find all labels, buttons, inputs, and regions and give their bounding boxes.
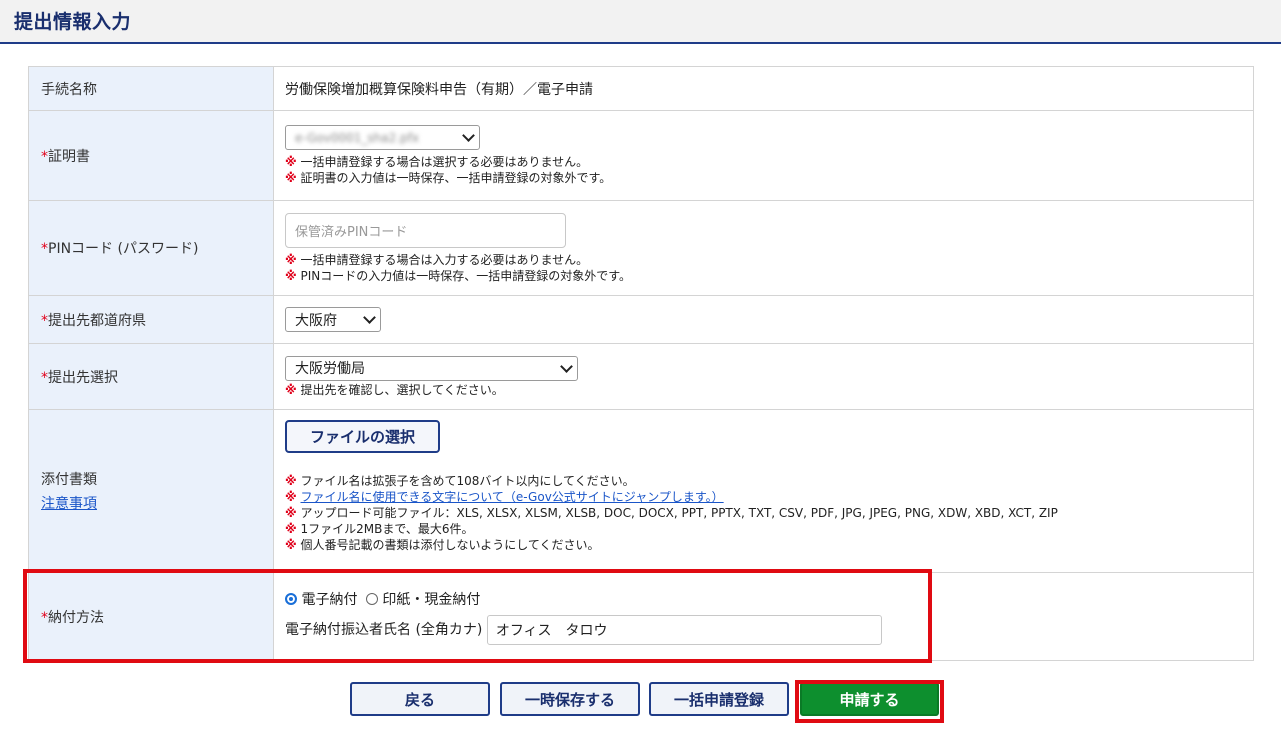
note-text: ファイル名は拡張子を含めて108バイト以内にしてください。	[300, 474, 635, 488]
pin-placeholder: 保管済みPINコード	[295, 224, 408, 240]
chevron-down-icon	[363, 311, 376, 324]
note-mark: ※	[285, 171, 297, 185]
row-procedure: 手続名称 労働保険増加概算保険料申告（有期）／電子申請	[28, 66, 1254, 111]
prefecture-select[interactable]: 大阪府	[285, 307, 381, 332]
filename-chars-link[interactable]: ファイル名に使用できる文字について（e-Gov公式サイトにジャンプします。）	[301, 490, 724, 504]
destination-note: ※ 提出先を確認し、選択してください。	[285, 382, 1253, 398]
note-text: 一括申請登録する場合は選択する必要はありません。	[300, 155, 589, 169]
label-procedure: 手続名称	[28, 66, 274, 111]
chevron-down-icon	[462, 129, 475, 142]
label-payment: *納付方法	[28, 572, 274, 661]
payer-name-label: 電子納付振込者氏名 (全角カナ)	[285, 621, 483, 638]
certificate-select[interactable]: e-Gov0001_sha2.pfx	[285, 125, 480, 150]
page-header: 提出情報入力	[0, 0, 1281, 44]
required-mark: *	[41, 312, 48, 329]
back-button[interactable]: 戻る	[350, 682, 490, 716]
certificate-selected: e-Gov0001_sha2.pfx	[295, 130, 420, 145]
payer-name-value: オフィス タロウ	[495, 622, 608, 639]
bulk-register-button[interactable]: 一括申請登録	[649, 682, 789, 716]
value-pin: 保管済みPINコード ※ 一括申請登録する場合は入力する必要はありません。 ※ …	[273, 200, 1254, 296]
label-attachments: 添付書類 注意事項	[28, 409, 274, 573]
attach-note-4: ※ 1ファイル2MBまで、最大6件。	[285, 521, 1253, 537]
payment-options: 電子納付 印紙・現金納付	[285, 589, 1253, 609]
value-procedure: 労働保険増加概算保険料申告（有期）／電子申請	[273, 66, 1254, 111]
note-mark: ※	[285, 252, 297, 267]
radio-electronic-label[interactable]: 電子納付	[301, 592, 357, 608]
save-draft-button[interactable]: 一時保存する	[500, 682, 640, 716]
note-text: 1ファイル2MBまで、最大6件。	[300, 522, 474, 536]
note-mark: ※	[285, 490, 297, 504]
required-mark: *	[41, 369, 48, 386]
pin-note-1: ※ 一括申請登録する場合は入力する必要はありません。	[285, 252, 1253, 268]
submission-form: 手続名称 労働保険増加概算保険料申告（有期）／電子申請 *証明書 e-Gov00…	[28, 66, 1254, 661]
value-certificate: e-Gov0001_sha2.pfx ※ 一括申請登録する場合は選択する必要はあ…	[273, 110, 1254, 201]
row-certificate: *証明書 e-Gov0001_sha2.pfx ※ 一括申請登録する場合は選択す…	[28, 110, 1254, 201]
attach-note-2: ※ ファイル名に使用できる文字について（e-Gov公式サイトにジャンプします。）	[285, 489, 1253, 505]
certificate-note-2: ※ 証明書の入力値は一時保存、一括申請登録の対象外です。	[285, 170, 1253, 186]
procedure-name: 労働保険増加概算保険料申告（有期）／電子申請	[285, 81, 593, 98]
required-mark: *	[41, 609, 48, 626]
caution-link[interactable]: 注意事項	[41, 496, 97, 512]
label-destination-text: 提出先選択	[48, 369, 118, 386]
note-text: 一括申請登録する場合は入力する必要はありません。	[300, 252, 589, 267]
pin-note-2: ※ PINコードの入力値は一時保存、一括申請登録の対象外です。	[285, 268, 1253, 284]
note-text: 個人番号記載の書類は添付しないようにしてください。	[300, 538, 600, 552]
label-procedure-text: 手続名称	[41, 81, 97, 98]
attach-note-5: ※ 個人番号記載の書類は添付しないようにしてください。	[285, 537, 1253, 553]
value-attachments: ファイルの選択 ※ ファイル名は拡張子を含めて108バイト以内にしてください。 …	[273, 409, 1254, 573]
certificate-note-1: ※ 一括申請登録する場合は選択する必要はありません。	[285, 154, 1253, 170]
note-mark: ※	[285, 382, 297, 397]
label-certificate-text: 証明書	[48, 148, 90, 165]
destination-select[interactable]: 大阪労働局	[285, 355, 578, 381]
payer-row: 電子納付振込者氏名 (全角カナ) オフィス タロウ	[285, 614, 1253, 645]
radio-stamp-cash-label[interactable]: 印紙・現金納付	[382, 592, 480, 608]
attach-note-1: ※ ファイル名は拡張子を含めて108バイト以内にしてください。	[285, 473, 1253, 489]
note-mark: ※	[285, 474, 297, 488]
chevron-down-icon	[560, 359, 573, 373]
note-mark: ※	[285, 268, 297, 283]
row-destination: *提出先選択 大阪労働局 ※ 提出先を確認し、選択してください。	[28, 343, 1254, 410]
destination-selected: 大阪労働局	[295, 361, 365, 377]
note-mark: ※	[285, 155, 297, 169]
page-title: 提出情報入力	[14, 11, 132, 33]
radio-electronic[interactable]	[285, 592, 297, 605]
value-payment: 電子納付 印紙・現金納付 電子納付振込者氏名 (全角カナ) オフィス タロウ	[273, 572, 1254, 661]
prefecture-selected: 大阪府	[295, 312, 337, 329]
payer-name-input[interactable]: オフィス タロウ	[486, 614, 882, 645]
note-text: PINコードの入力値は一時保存、一括申請登録の対象外です。	[300, 268, 632, 283]
required-mark: *	[41, 148, 48, 165]
label-payment-text: 納付方法	[48, 609, 104, 626]
pin-input[interactable]: 保管済みPINコード	[285, 212, 566, 248]
label-destination: *提出先選択	[28, 343, 274, 410]
note-text: 証明書の入力値は一時保存、一括申請登録の対象外です。	[300, 171, 612, 185]
note-mark: ※	[285, 522, 297, 536]
note-mark: ※	[285, 538, 297, 552]
required-mark: *	[41, 241, 48, 257]
attach-note-3: ※ アップロード可能ファイル：XLS, XLSX, XLSM, XLSB, DO…	[285, 505, 1253, 521]
label-attachments-text: 添付書類	[41, 472, 97, 488]
row-pin: *PINコード (パスワード) 保管済みPINコード ※ 一括申請登録する場合は…	[28, 200, 1254, 296]
note-text: 提出先を確認し、選択してください。	[300, 382, 504, 397]
submit-button[interactable]: 申請する	[800, 682, 939, 716]
file-select-button[interactable]: ファイルの選択	[285, 420, 440, 453]
label-prefecture-text: 提出先都道府県	[48, 312, 146, 329]
label-pin-text: PINコード (パスワード)	[48, 241, 199, 257]
note-mark: ※	[285, 506, 297, 520]
label-pin: *PINコード (パスワード)	[28, 200, 274, 296]
row-payment: *納付方法 電子納付 印紙・現金納付 電子納付振込者氏名 (全角カナ) オフィス…	[28, 572, 1254, 661]
row-attachments: 添付書類 注意事項 ファイルの選択 ※ ファイル名は拡張子を含めて108バイト以…	[28, 409, 1254, 573]
label-certificate: *証明書	[28, 110, 274, 201]
note-text: アップロード可能ファイル：XLS, XLSX, XLSM, XLSB, DOC,…	[300, 506, 1058, 520]
label-prefecture: *提出先都道府県	[28, 295, 274, 344]
value-prefecture: 大阪府	[273, 295, 1254, 344]
radio-stamp-cash[interactable]	[365, 592, 378, 605]
value-destination: 大阪労働局 ※ 提出先を確認し、選択してください。	[273, 343, 1254, 410]
row-prefecture: *提出先都道府県 大阪府	[28, 295, 1254, 344]
